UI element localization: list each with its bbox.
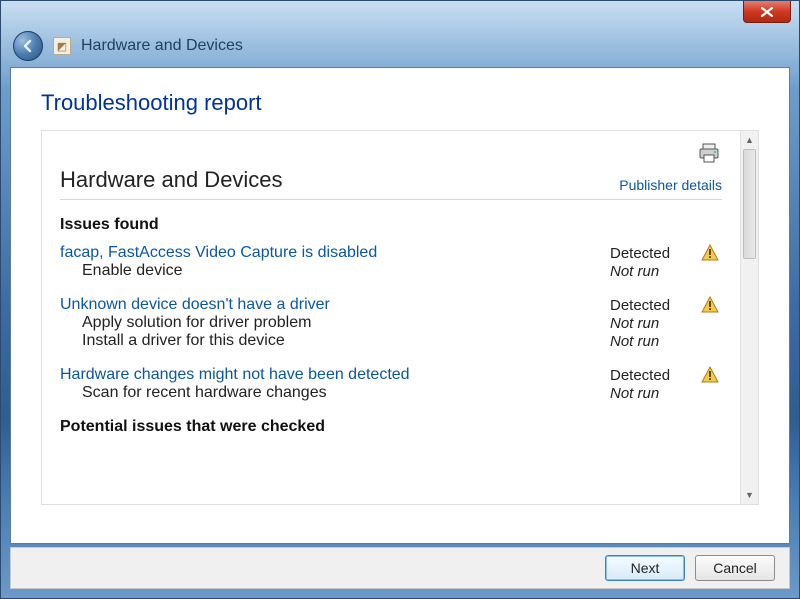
issue-item: facap, FastAccess Video Capture is disab… [60, 244, 722, 280]
print-row [60, 143, 722, 163]
issue-status: Detected [610, 245, 698, 262]
issue-action-status: Not run [610, 385, 698, 402]
scroll-up-arrow-icon[interactable]: ▲ [743, 133, 757, 147]
report-box: Hardware and Devices Publisher details I… [41, 130, 759, 505]
issue-action-status: Not run [610, 333, 698, 350]
titlebar [1, 1, 799, 27]
issues-found-heading: Issues found [60, 216, 722, 234]
back-button[interactable] [13, 31, 43, 61]
warning-icon [698, 244, 722, 262]
issue-title-link[interactable]: facap, FastAccess Video Capture is disab… [60, 244, 610, 262]
header-bar: ◩ Hardware and Devices [1, 27, 799, 65]
warning-icon [698, 296, 722, 314]
issue-action-status: Not run [610, 315, 698, 332]
issue-action-label: Apply solution for driver problem [60, 314, 610, 332]
troubleshooter-window: ◩ Hardware and Devices Troubleshooting r… [0, 0, 800, 599]
issue-status: Detected [610, 367, 698, 384]
content-area: Troubleshooting report Hardware and Devi [10, 67, 790, 544]
warning-icon [698, 366, 722, 384]
scroll-down-arrow-icon[interactable]: ▼ [743, 488, 757, 502]
header-title: Hardware and Devices [81, 37, 243, 55]
issue-action-status: Not run [610, 263, 698, 280]
next-button[interactable]: Next [605, 555, 685, 581]
page-heading: Troubleshooting report [41, 90, 759, 116]
issue-action-label: Scan for recent hardware changes [60, 384, 610, 402]
publisher-details-link[interactable]: Publisher details [619, 177, 722, 193]
wizard-icon: ◩ [53, 37, 71, 55]
issue-action-label: Enable device [60, 262, 610, 280]
close-button[interactable] [743, 1, 791, 23]
issue-title-link[interactable]: Hardware changes might not have been det… [60, 366, 610, 384]
potential-issues-heading: Potential issues that were checked [60, 418, 722, 436]
print-button[interactable] [698, 143, 720, 163]
issue-item: Hardware changes might not have been det… [60, 366, 722, 402]
vertical-scrollbar[interactable]: ▲ ▼ [740, 131, 758, 504]
issue-title-link[interactable]: Unknown device doesn't have a driver [60, 296, 610, 314]
printer-icon [698, 143, 720, 163]
scroll-thumb[interactable] [743, 149, 756, 259]
section-title: Hardware and Devices [60, 167, 283, 193]
issue-action-label: Install a driver for this device [60, 332, 610, 350]
issue-status: Detected [610, 297, 698, 314]
back-arrow-icon [20, 38, 36, 54]
section-title-row: Hardware and Devices Publisher details [60, 167, 722, 200]
report-scroll-content: Hardware and Devices Publisher details I… [42, 131, 740, 504]
close-icon [759, 6, 775, 18]
cancel-button[interactable]: Cancel [695, 555, 775, 581]
footer-bar: Next Cancel [10, 547, 790, 589]
issue-item: Unknown device doesn't have a driver Det… [60, 296, 722, 350]
